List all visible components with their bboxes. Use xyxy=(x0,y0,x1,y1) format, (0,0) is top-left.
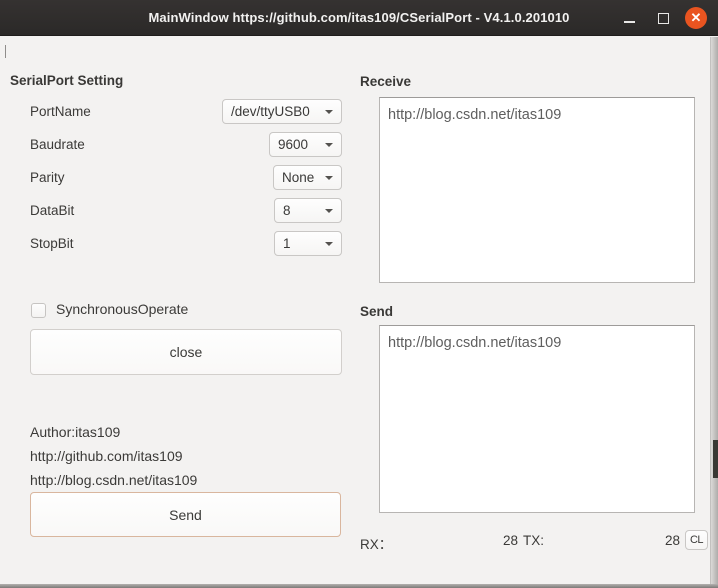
toolbar-grip xyxy=(5,45,6,58)
clear-counters-button[interactable]: CL xyxy=(685,530,708,550)
parity-value: None xyxy=(282,170,314,185)
send-heading: Send xyxy=(360,304,393,319)
rx-count: 28 xyxy=(430,533,518,548)
maximize-button[interactable] xyxy=(651,6,675,30)
parity-select[interactable]: None xyxy=(273,165,342,190)
main-window: MainWindow https://github.com/itas109/CS… xyxy=(0,0,718,588)
tx-count: 28 xyxy=(592,533,680,548)
close-icon: ✕ xyxy=(691,11,702,24)
scrollbar-thumb[interactable] xyxy=(713,440,718,478)
databit-select[interactable]: 8 xyxy=(274,198,342,223)
vertical-scrollbar[interactable] xyxy=(710,37,718,584)
author-line: Author:itas109 xyxy=(30,420,197,444)
clear-counters-label: CL xyxy=(690,534,703,546)
chevron-down-icon xyxy=(325,143,333,147)
close-serial-button-label: close xyxy=(170,344,203,360)
databit-value: 8 xyxy=(283,203,291,218)
window-bottom-edge xyxy=(0,584,718,588)
synchronous-operate-label: SynchronousOperate xyxy=(56,301,188,317)
send-serial-button-label: Send xyxy=(169,507,202,523)
synchronous-operate-checkbox[interactable] xyxy=(31,303,46,318)
portname-label: PortName xyxy=(30,99,91,124)
author-info: Author:itas109 http://github.com/itas109… xyxy=(30,420,197,492)
chevron-down-icon xyxy=(325,242,333,246)
portname-select[interactable]: /dev/ttyUSB0 xyxy=(222,99,342,124)
close-serial-button[interactable]: close xyxy=(30,329,342,375)
send-textarea[interactable]: http://blog.csdn.net/itas109 xyxy=(379,325,695,513)
chevron-down-icon xyxy=(325,176,333,180)
baudrate-value: 9600 xyxy=(278,137,308,152)
stopbit-value: 1 xyxy=(283,236,291,251)
receive-textarea[interactable]: http://blog.csdn.net/itas109 xyxy=(379,97,695,283)
parity-label: Parity xyxy=(30,165,65,190)
close-window-button[interactable]: ✕ xyxy=(685,7,707,29)
maximize-icon xyxy=(658,13,669,24)
stopbit-select[interactable]: 1 xyxy=(274,231,342,256)
minimize-icon xyxy=(624,21,635,23)
baudrate-select[interactable]: 9600 xyxy=(269,132,342,157)
baudrate-label: Baudrate xyxy=(30,132,85,157)
receive-heading: Receive xyxy=(360,74,411,89)
window-content: SerialPort Setting PortName /dev/ttyUSB0… xyxy=(0,37,718,584)
blog-link-text: http://blog.csdn.net/itas109 xyxy=(30,468,197,492)
portname-value: /dev/ttyUSB0 xyxy=(231,104,310,119)
serialport-setting-heading: SerialPort Setting xyxy=(10,73,123,88)
chevron-down-icon xyxy=(325,209,333,213)
stopbit-label: StopBit xyxy=(30,231,74,256)
send-serial-button[interactable]: Send xyxy=(30,492,341,537)
titlebar: MainWindow https://github.com/itas109/CS… xyxy=(0,0,718,36)
tx-label: TX: xyxy=(523,533,544,548)
github-link-text: http://github.com/itas109 xyxy=(30,444,197,468)
databit-label: DataBit xyxy=(30,198,74,223)
chevron-down-icon xyxy=(325,110,333,114)
window-title: MainWindow https://github.com/itas109/CS… xyxy=(148,10,569,25)
rx-label: RX： xyxy=(360,533,392,553)
minimize-button[interactable] xyxy=(617,6,641,30)
